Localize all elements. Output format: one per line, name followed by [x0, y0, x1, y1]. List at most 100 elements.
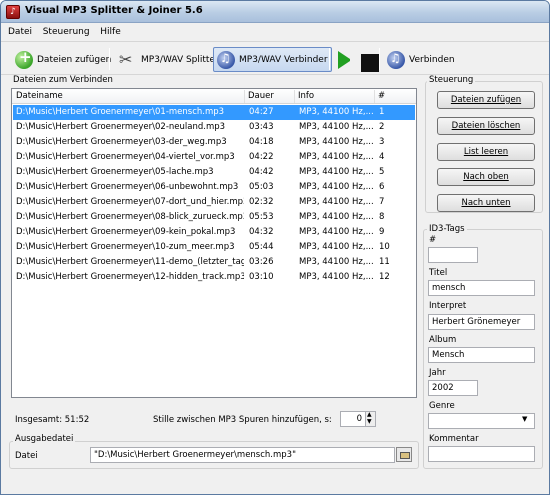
info-cell: MP3, 44100 Hz,...	[299, 107, 374, 117]
silence-spinner[interactable]	[365, 411, 376, 427]
menu-datei[interactable]: Datei	[4, 24, 36, 40]
output-file-input[interactable]: "D:\Music\Herbert Groenermeyer\mensch.mp…	[90, 447, 395, 463]
column-header-duration[interactable]: Dauer	[248, 91, 274, 101]
genre-select[interactable]	[428, 413, 535, 429]
info-cell: MP3, 44100 Hz,...	[299, 137, 374, 147]
file-name-cell: D:\Music\Herbert Groenermeyer\01-mensch.…	[16, 107, 225, 117]
track-number-input[interactable]	[428, 247, 478, 263]
duration-cell: 04:22	[249, 152, 274, 162]
silence-input[interactable]: 0	[340, 411, 366, 427]
table-row[interactable]: D:\Music\Herbert Groenermeyer\04-viertel…	[13, 150, 415, 165]
table-row[interactable]: D:\Music\Herbert Groenermeyer\09-kein_po…	[13, 225, 415, 240]
track-number-cell: 1	[379, 107, 385, 117]
window-title: Visual MP3 Splitter & Joiner 5.6	[25, 5, 203, 16]
album-label: Album	[429, 335, 457, 345]
delete-files-button[interactable]: Dateien löschen	[437, 117, 535, 135]
table-row[interactable]: D:\Music\Herbert Groenermeyer\12-hidden_…	[13, 270, 415, 285]
duration-cell: 05:53	[249, 212, 274, 222]
id3-group-label: ID3-Tags	[427, 224, 467, 234]
duration-cell: 03:10	[249, 272, 274, 282]
control-group-label: Steuerung	[427, 75, 476, 85]
info-cell: MP3, 44100 Hz,...	[299, 212, 374, 222]
column-header-info[interactable]: Info	[298, 91, 314, 101]
comment-label: Kommentar	[429, 434, 479, 444]
info-cell: MP3, 44100 Hz,...	[299, 167, 374, 177]
duration-cell: 04:32	[249, 227, 274, 237]
toolbar-separator	[109, 48, 110, 70]
joiner-toolbar-button[interactable]: MP3/WAV Verbinder	[213, 47, 332, 72]
toolbar: Dateien zufügen MP3/WAV Splitter MP3/WAV…	[1, 43, 549, 75]
artist-input[interactable]: Herbert Grönemeyer	[428, 314, 535, 330]
menu-bar: Datei Steuerung Hilfe	[1, 24, 549, 42]
info-cell: MP3, 44100 Hz,...	[299, 152, 374, 162]
file-name-cell: D:\Music\Herbert Groenermeyer\05-lache.m…	[16, 167, 214, 177]
table-row[interactable]: D:\Music\Herbert Groenermeyer\02-neuland…	[13, 120, 415, 135]
files-list[interactable]: Dateiname Dauer Info # D:\Music\Herbert …	[11, 88, 417, 398]
files-group-label: Dateien zum Verbinden	[11, 75, 115, 85]
track-number-cell: 12	[379, 272, 390, 282]
stop-icon	[361, 54, 379, 72]
title-bar[interactable]: ♪ Visual MP3 Splitter & Joiner 5.6	[1, 1, 549, 23]
file-name-cell: D:\Music\Herbert Groenermeyer\08-blick_z…	[16, 212, 244, 222]
album-input[interactable]: Mensch	[428, 347, 535, 363]
track-number-cell: 3	[379, 137, 385, 147]
clear-list-button[interactable]: List leeren	[437, 143, 535, 161]
table-row[interactable]: D:\Music\Herbert Groenermeyer\03-der_weg…	[13, 135, 415, 150]
column-header-name[interactable]: Dateiname	[16, 91, 63, 101]
toolbar-separator	[379, 48, 380, 70]
add-files-toolbar-button[interactable]: Dateien zufügen	[11, 47, 115, 72]
table-row[interactable]: D:\Music\Herbert Groenermeyer\11-demo_(l…	[13, 255, 415, 270]
play-icon	[338, 50, 356, 69]
duration-cell: 04:18	[249, 137, 274, 147]
column-separator[interactable]	[294, 90, 295, 103]
track-number-cell: 4	[379, 152, 385, 162]
table-row[interactable]: D:\Music\Herbert Groenermeyer\10-zum_mee…	[13, 240, 415, 255]
menu-steuerung[interactable]: Steuerung	[39, 24, 94, 40]
info-cell: MP3, 44100 Hz,...	[299, 182, 374, 192]
joiner-label: MP3/WAV Verbinder	[239, 54, 328, 65]
chevron-down-icon[interactable]: ▼	[522, 415, 527, 423]
table-row[interactable]: D:\Music\Herbert Groenermeyer\01-mensch.…	[13, 105, 415, 120]
track-number-cell: 8	[379, 212, 385, 222]
table-row[interactable]: D:\Music\Herbert Groenermeyer\08-blick_z…	[13, 210, 415, 225]
table-row[interactable]: D:\Music\Herbert Groenermeyer\07-dort_un…	[13, 195, 415, 210]
comment-input[interactable]	[428, 446, 535, 462]
splitter-label: MP3/WAV Splitter	[141, 54, 219, 65]
column-separator[interactable]	[374, 90, 375, 103]
info-cell: MP3, 44100 Hz,...	[299, 242, 374, 252]
join-toolbar-button[interactable]: Verbinden	[383, 47, 459, 72]
file-name-cell: D:\Music\Herbert Groenermeyer\12-hidden_…	[16, 272, 244, 282]
year-input[interactable]: 2002	[428, 380, 478, 396]
column-separator[interactable]	[244, 90, 245, 103]
column-header-num[interactable]: #	[378, 91, 385, 101]
browse-folder-icon[interactable]	[396, 447, 412, 462]
year-label: Jahr	[429, 368, 446, 378]
track-number-cell: 7	[379, 197, 385, 207]
track-number-cell: 9	[379, 227, 385, 237]
track-number-cell: 10	[379, 242, 390, 252]
move-up-button[interactable]: Nach oben	[437, 168, 535, 186]
duration-cell: 05:44	[249, 242, 274, 252]
file-name-cell: D:\Music\Herbert Groenermeyer\04-viertel…	[16, 152, 235, 162]
duration-cell: 05:03	[249, 182, 274, 192]
info-cell: MP3, 44100 Hz,...	[299, 272, 374, 282]
genre-label: Genre	[429, 401, 455, 411]
track-number-cell: 11	[379, 257, 390, 267]
title-input[interactable]: mensch	[428, 280, 535, 296]
file-name-cell: D:\Music\Herbert Groenermeyer\11-demo_(l…	[16, 257, 244, 267]
file-name-cell: D:\Music\Herbert Groenermeyer\02-neuland…	[16, 122, 226, 132]
join-icon	[387, 50, 405, 69]
join-label: Verbinden	[409, 54, 455, 65]
joiner-icon	[217, 50, 235, 69]
file-name-cell: D:\Music\Herbert Groenermeyer\03-der_weg…	[16, 137, 227, 147]
table-row[interactable]: D:\Music\Herbert Groenermeyer\06-unbewoh…	[13, 180, 415, 195]
file-name-cell: D:\Music\Herbert Groenermeyer\07-dort_un…	[16, 197, 244, 207]
menu-hilfe[interactable]: Hilfe	[96, 24, 124, 40]
table-row[interactable]: D:\Music\Herbert Groenermeyer\05-lache.m…	[13, 165, 415, 180]
scissors-icon	[119, 50, 137, 69]
splitter-toolbar-button[interactable]: MP3/WAV Splitter	[115, 47, 223, 72]
move-down-button[interactable]: Nach unten	[437, 194, 535, 212]
add-files-button[interactable]: Dateien zufügen	[437, 91, 535, 109]
track-number-cell: 5	[379, 167, 385, 177]
app-window: ♪ Visual MP3 Splitter & Joiner 5.6 Datei…	[0, 0, 550, 495]
